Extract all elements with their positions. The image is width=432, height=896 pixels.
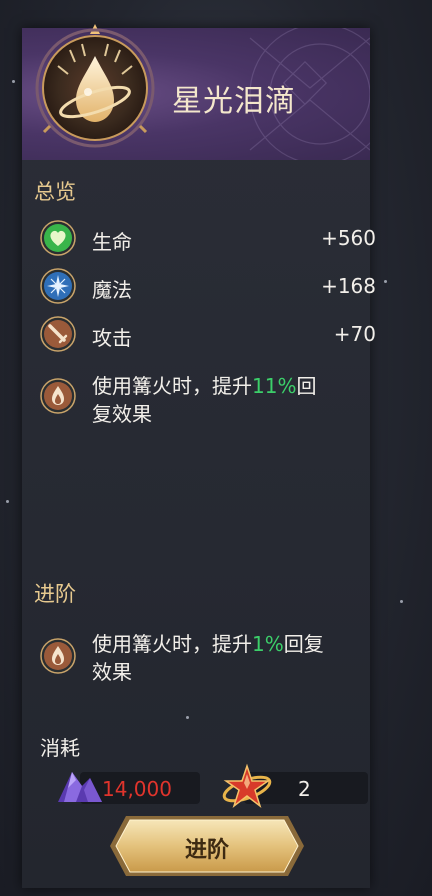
stat-row-attack: 攻击 +70 bbox=[40, 314, 376, 354]
sparkle bbox=[12, 80, 15, 83]
stat-row-mp: 魔法 +168 bbox=[40, 266, 376, 306]
overview-title: 总览 bbox=[34, 180, 76, 204]
sword-icon bbox=[40, 316, 76, 352]
stat-label-hp: 生命 bbox=[92, 230, 132, 254]
advance-effect-text: 使用篝火时，提升1%回复 效果 bbox=[92, 630, 382, 686]
stat-value-mp: +168 bbox=[321, 274, 376, 298]
advance-button-label: 进阶 bbox=[184, 838, 229, 863]
advance-title: 进阶 bbox=[34, 582, 76, 606]
advance-effect-highlight: 1% bbox=[252, 632, 284, 656]
heart-icon bbox=[40, 220, 76, 256]
advance-effect-line2: 效果 bbox=[92, 660, 132, 684]
advance-button[interactable]: 进阶 bbox=[108, 814, 306, 878]
crystal-cost-amount: 14,000 bbox=[102, 777, 172, 801]
overview-effect-line2: 复效果 bbox=[92, 402, 152, 426]
overview-effect-prefix: 使用篝火时，提升 bbox=[92, 374, 252, 398]
stat-label-attack: 攻击 bbox=[92, 326, 132, 350]
advance-effect-prefix: 使用篝火时，提升 bbox=[92, 632, 252, 656]
star-burst-icon bbox=[40, 268, 76, 304]
campfire-icon bbox=[40, 378, 76, 414]
stat-value-hp: +560 bbox=[321, 226, 376, 250]
purple-crystal-icon bbox=[58, 772, 102, 802]
sparkle bbox=[384, 280, 387, 283]
star-token-cost-amount: 2 bbox=[298, 777, 311, 801]
campfire-icon bbox=[40, 638, 76, 674]
stat-value-attack: +70 bbox=[333, 322, 376, 346]
overview-effect-suffix: 回 bbox=[296, 374, 317, 398]
sparkle bbox=[400, 600, 403, 603]
sparkle bbox=[6, 500, 9, 503]
overview-effect-text: 使用篝火时，提升11%回 复效果 bbox=[92, 372, 382, 428]
red-star-icon bbox=[222, 763, 272, 809]
stat-row-hp: 生命 +560 bbox=[40, 218, 376, 258]
cost-label: 消耗 bbox=[40, 736, 80, 760]
item-title: 星光泪滴 bbox=[172, 84, 296, 119]
stat-label-mp: 魔法 bbox=[92, 278, 132, 302]
overview-effect-highlight: 11% bbox=[252, 374, 297, 398]
advance-effect-suffix: 回复 bbox=[283, 632, 324, 656]
sparkle bbox=[186, 716, 189, 719]
starlight-teardrop-icon bbox=[35, 24, 155, 148]
